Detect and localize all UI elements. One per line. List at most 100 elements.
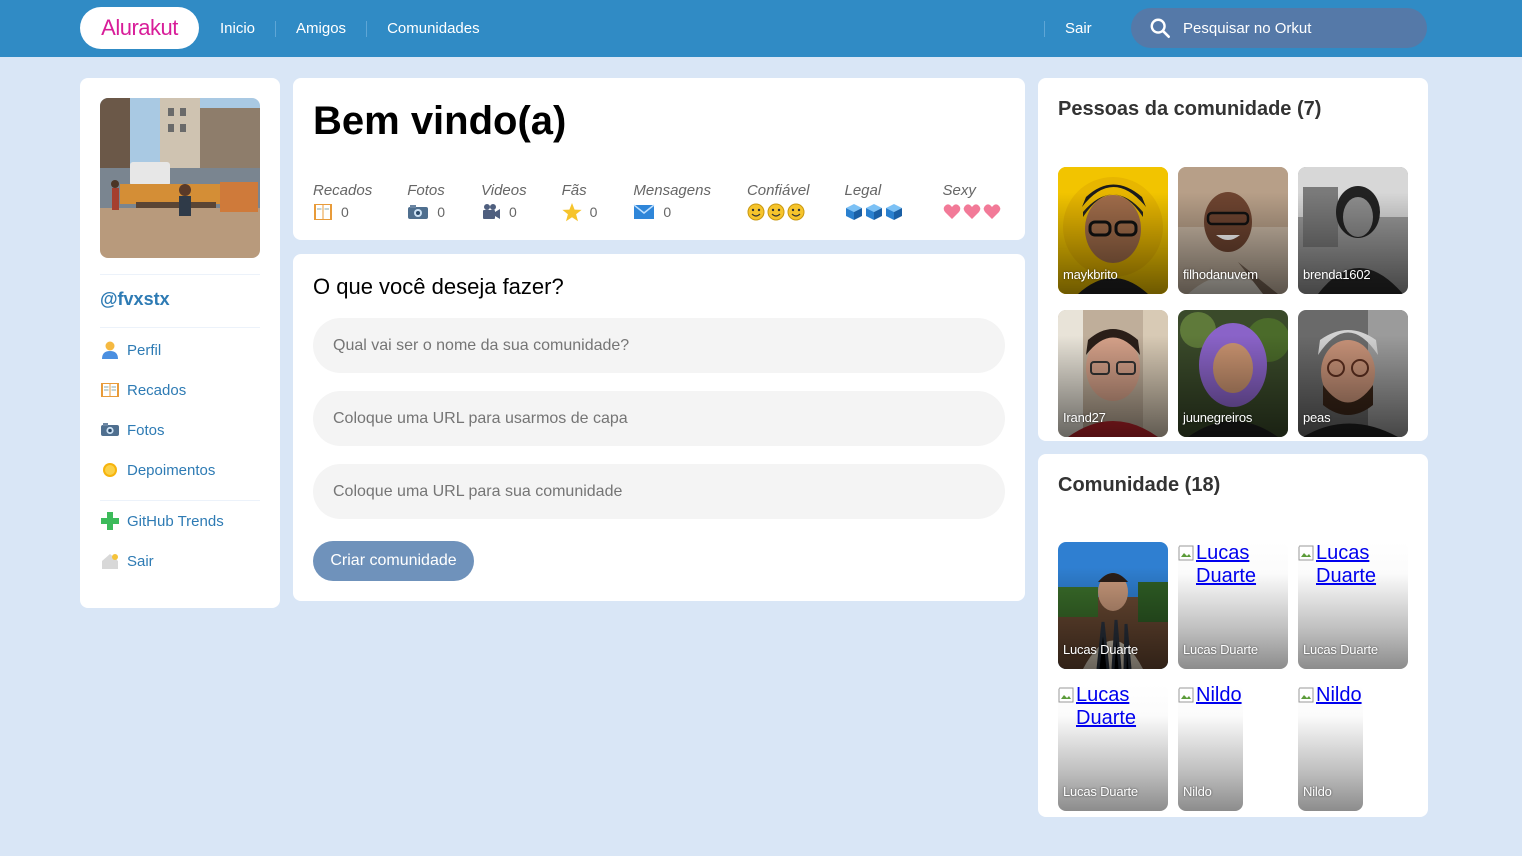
divider xyxy=(100,327,260,328)
person-tile[interactable]: peas xyxy=(1298,310,1408,437)
stat-value: 0 xyxy=(663,204,672,220)
sidebar-item-sair[interactable]: Sair xyxy=(100,541,260,581)
stat-value: 0 xyxy=(509,204,517,220)
sidebar-item-label[interactable]: GitHub Trends xyxy=(127,513,224,530)
community-name: Nildo xyxy=(1183,784,1212,799)
stat-label: Legal xyxy=(844,182,882,199)
broken-image-alt: Nildo xyxy=(1178,684,1242,707)
stat-sexy: Sexy xyxy=(943,182,1003,222)
heart-icon xyxy=(983,204,1000,219)
broken-image-text: Lucas Duarte xyxy=(1076,684,1137,729)
broken-image-text: Nildo xyxy=(1196,684,1242,706)
person-name: filhodanuvem xyxy=(1183,267,1258,282)
nav-comunidades[interactable]: Comunidades xyxy=(366,20,500,37)
broken-image-alt: Lucas Duarte xyxy=(1298,542,1408,588)
sun-icon xyxy=(103,463,117,477)
person-tile[interactable]: brenda1602 xyxy=(1298,167,1408,294)
sidebar-item-perfil[interactable]: Perfil xyxy=(100,330,260,370)
welcome-card: Bem vindo(a) Recados 0 Fotos 0 Videos 0 … xyxy=(293,78,1025,240)
sidebar-item-label[interactable]: Recados xyxy=(127,382,186,399)
community-name: Lucas Duarte xyxy=(1303,642,1378,657)
people-box-title: Pessoas da comunidade (7) xyxy=(1058,98,1322,120)
sidebar-menu: Perfil Recados Fotos Depoimentos xyxy=(100,330,260,490)
sidebar-item-label[interactable]: Perfil xyxy=(127,342,161,359)
person-name: maykbrito xyxy=(1063,267,1118,282)
logo-text: Alurakut xyxy=(101,15,178,40)
search-box[interactable]: Pesquisar no Orkut xyxy=(1131,8,1427,48)
envelope-icon xyxy=(633,204,655,219)
stat-fotos: Fotos 0 xyxy=(407,182,445,222)
stat-value: 0 xyxy=(589,204,598,220)
broken-image-icon xyxy=(1058,687,1074,703)
sidebar-item-depoimentos[interactable]: Depoimentos xyxy=(100,450,260,490)
broken-image-text: Lucas Duarte xyxy=(1196,542,1257,587)
profile-sidebar: @fvxstx Perfil Recados Fotos Depoimentos… xyxy=(80,78,280,608)
community-tile[interactable]: Nildo Nildo xyxy=(1298,684,1363,811)
community-tile[interactable]: Lucas Duarte Lucas Duarte xyxy=(1298,542,1408,669)
alurakut-logo[interactable]: Alurakut xyxy=(80,7,199,49)
video-camera-icon xyxy=(483,204,500,219)
heart-rating xyxy=(943,202,1003,222)
search-input[interactable]: Pesquisar no Orkut xyxy=(1183,20,1311,37)
profile-photo[interactable] xyxy=(100,98,260,258)
broken-image-icon xyxy=(1178,545,1194,561)
stat-label: Videos xyxy=(481,182,527,199)
broken-image-icon xyxy=(1298,545,1314,561)
communities-box: Comunidade (18) Lucas Duarte Lucas Duart… xyxy=(1038,454,1428,817)
create-community-card: O que você deseja fazer? Criar comunidad… xyxy=(293,254,1025,601)
sidebar-item-label[interactable]: Depoimentos xyxy=(127,462,215,479)
smiley-icon xyxy=(787,203,805,221)
person-tile[interactable]: filhodanuvem xyxy=(1178,167,1288,294)
stat-label: Fãs xyxy=(561,182,587,199)
heart-icon xyxy=(963,204,980,219)
person-name: peas xyxy=(1303,410,1331,425)
person-name: juunegreiros xyxy=(1183,410,1253,425)
community-people-box: Pessoas da comunidade (7) maykbrito filh… xyxy=(1038,78,1428,441)
sidebar-item-github-trends[interactable]: GitHub Trends xyxy=(100,501,260,541)
stat-mensagens: Mensagens 0 xyxy=(633,182,711,222)
create-community-button[interactable]: Criar comunidade xyxy=(313,541,474,581)
community-name: Lucas Duarte xyxy=(1183,642,1258,657)
profile-stats: Recados 0 Fotos 0 Videos 0 Fãs 0 Mensage… xyxy=(313,182,1003,222)
book-icon xyxy=(314,204,332,220)
form-title: O que você deseja fazer? xyxy=(313,274,564,299)
smiley-rating xyxy=(747,202,810,222)
person-tile[interactable]: Irand27 xyxy=(1058,310,1168,437)
search-icon xyxy=(1150,18,1170,38)
community-tile[interactable]: Lucas Duarte Lucas Duarte xyxy=(1058,684,1168,811)
cover-url-input[interactable] xyxy=(313,391,1005,446)
sidebar-item-label[interactable]: Fotos xyxy=(127,422,165,439)
stat-label: Confiável xyxy=(746,182,810,199)
sidebar-item-label[interactable]: Sair xyxy=(127,553,154,570)
stat-legal: Legal xyxy=(845,182,905,222)
cube-icon xyxy=(865,204,882,220)
community-tile[interactable]: Nildo Nildo xyxy=(1178,684,1243,811)
sidebar-item-fotos[interactable]: Fotos xyxy=(100,410,260,450)
community-url-input[interactable] xyxy=(313,464,1005,519)
person-name: Irand27 xyxy=(1063,410,1106,425)
community-name-input[interactable] xyxy=(313,318,1005,373)
stat-fas: Fãs 0 xyxy=(561,182,598,222)
community-tile[interactable]: Lucas Duarte xyxy=(1058,542,1168,669)
cube-rating xyxy=(845,202,905,222)
person-tile[interactable]: juunegreiros xyxy=(1178,310,1288,437)
nav-inicio[interactable]: Inicio xyxy=(200,20,275,37)
nav-amigos[interactable]: Amigos xyxy=(275,20,366,37)
profile-handle[interactable]: @fvxstx xyxy=(100,287,260,311)
logout-link[interactable]: Sair xyxy=(1044,20,1112,37)
sidebar-menu-secondary: GitHub Trends Sair xyxy=(100,501,260,581)
community-tile[interactable]: Lucas Duarte Lucas Duarte xyxy=(1178,542,1288,669)
stat-label: Mensagens xyxy=(633,182,711,199)
smiley-icon xyxy=(767,203,785,221)
sidebar-item-recados[interactable]: Recados xyxy=(100,370,260,410)
stat-value: 0 xyxy=(341,204,349,220)
logout-icon xyxy=(102,554,118,569)
broken-image-alt: Lucas Duarte xyxy=(1178,542,1288,588)
broken-image-alt: Lucas Duarte xyxy=(1058,684,1168,730)
broken-image-text: Nildo xyxy=(1316,684,1362,706)
plus-icon xyxy=(101,512,119,530)
broken-image-icon xyxy=(1178,687,1194,703)
person-tile[interactable]: maykbrito xyxy=(1058,167,1168,294)
book-icon xyxy=(101,383,119,397)
stat-confiavel: Confiável xyxy=(747,182,810,222)
